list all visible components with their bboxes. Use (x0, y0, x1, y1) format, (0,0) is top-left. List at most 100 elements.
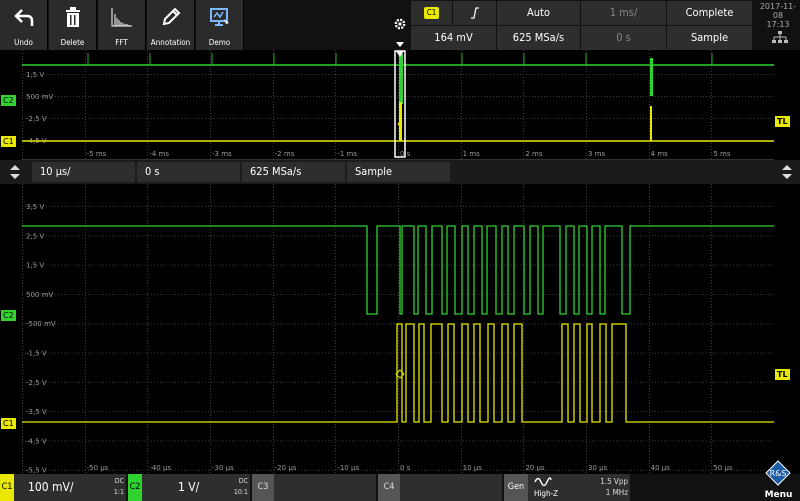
horizontal-position[interactable]: 0 s (581, 26, 666, 50)
overview-y-label: 1,5 V (26, 71, 44, 79)
datetime: 2017-11-08 17:13 (756, 2, 800, 29)
overview-c2-marker[interactable]: C2 (1, 95, 16, 106)
network-icon (772, 31, 788, 43)
generator-impedance: High-Z (534, 489, 559, 498)
dropdown-arrow-icon (396, 42, 404, 47)
acquisition-mode[interactable]: Sample (667, 26, 752, 50)
svg-text:R&S: R&S (770, 469, 787, 478)
fft-label: FFT (115, 38, 128, 47)
acquisition-status[interactable]: Complete (667, 1, 752, 25)
toolbar: Undo Delete FFT Annotation Demo C1 Auto … (0, 0, 800, 50)
trigger-level[interactable]: 164 mV (411, 26, 496, 50)
zoom-trigger-level-marker[interactable]: TL (775, 369, 790, 380)
overview-y-label: -2,5 V (26, 115, 47, 123)
sample-rate[interactable]: 625 MSa/s (497, 26, 580, 50)
channel-3-tab: C3 (252, 474, 274, 501)
timebase[interactable]: 1 ms/ (581, 1, 666, 25)
zoom-y-label: -3,5 V (26, 408, 47, 416)
annotation-label: Annotation (150, 38, 191, 47)
overview-c1-burst (650, 106, 652, 141)
undo-label: Undo (14, 38, 33, 47)
channel-3-panel[interactable]: C3 (252, 474, 376, 501)
settings-button[interactable] (390, 0, 410, 50)
zoom-x-label: -10 µs (337, 464, 359, 472)
trigger-source[interactable]: C1 (411, 1, 452, 25)
fft-button[interactable]: FFT (98, 0, 146, 50)
demo-button[interactable]: Demo (196, 0, 244, 50)
channel-bar: C1 100 mV/ DC 1:1 C2 1 V/ DC 10:1 C3 C4 Ge… (0, 474, 800, 501)
zoom-resize-right-icon[interactable] (778, 162, 796, 182)
channel-1-coupling: DC 1:1 (113, 477, 124, 496)
overview-trigger-level-marker[interactable]: TL (775, 116, 790, 127)
zoom-position[interactable]: 0 s (137, 162, 240, 182)
overview-x-label: -3 ms (212, 150, 232, 158)
delete-label: Delete (60, 38, 85, 47)
gear-icon (394, 18, 406, 30)
zoom-x-label: 30 µs (588, 464, 608, 472)
overview-x-label: 2 ms (525, 150, 542, 158)
fft-icon (111, 8, 132, 27)
zoom-sample-rate[interactable]: 625 MSa/s (242, 162, 345, 182)
zoom-x-label: -50 µs (87, 464, 109, 472)
zoom-y-label: 3,5 V (26, 203, 44, 211)
zoom-y-label: -1,5 V (26, 350, 47, 358)
channel-2-scale: 1 V/ (178, 480, 200, 494)
zoom-x-label: 20 µs (525, 464, 545, 472)
pencil-icon (162, 7, 180, 26)
channel-2-coupling: DC 10:1 (233, 477, 248, 496)
overview-graticule: 1,5 V500 mV-2,5 V-4,5 V-5 ms -4 ms -3 ms -2… (22, 50, 775, 160)
overview-x-label: -1 ms (337, 150, 357, 158)
rs-logo-icon: R&S (765, 460, 791, 486)
channel-2-panel[interactable]: C2 1 V/ DC 10:1 (128, 474, 250, 501)
overview-x-label: 1 ms (463, 150, 480, 158)
generator-panel[interactable]: Gen High-Z 1.5 Vpp 1 MHz (504, 474, 630, 501)
overview-x-label: 5 ms (713, 150, 730, 158)
menu-button[interactable]: R&S Menu (757, 460, 800, 501)
overview-x-label: 4 ms (651, 150, 668, 158)
generator-tab: Gen (504, 474, 528, 501)
overview-x-label: 3 ms (588, 150, 605, 158)
zoom-x-label: 0 s (400, 464, 411, 472)
zoom-y-label: -2,5 V (26, 379, 47, 387)
zoom-x-label: 10 µs (463, 464, 483, 472)
zoom-x-label: -20 µs (275, 464, 297, 472)
channel-1-scale: 100 mV/ (28, 480, 74, 494)
overview-c1-marker[interactable]: C1 (1, 136, 16, 147)
generator-settings: 1.5 Vpp 1 MHz (600, 477, 628, 497)
zoom-y-label: -4,5 V (26, 437, 47, 445)
sine-wave-icon (534, 477, 552, 487)
time: 17:13 (766, 20, 790, 29)
overview-x-label: -5 ms (87, 150, 107, 158)
zoom-c2-marker[interactable]: C2 (1, 310, 16, 321)
zoom-x-label: 50 µs (713, 464, 733, 472)
zoom-y-label: -500 mV (26, 320, 56, 328)
channel-4-panel[interactable]: C4 (378, 474, 502, 501)
zoom-x-label: -30 µs (212, 464, 234, 472)
zoom-x-label: -40 µs (149, 464, 171, 472)
annotation-button[interactable]: Annotation (147, 0, 195, 50)
delete-button[interactable]: Delete (49, 0, 97, 50)
overview-y-label: 500 mV (26, 93, 53, 101)
zoom-c1-marker[interactable]: C1 (1, 418, 16, 429)
zoom-x-label: 40 µs (651, 464, 671, 472)
zoom-y-label: -5,5 V (26, 467, 47, 474)
zoom-y-label: 1,5 V (26, 262, 44, 270)
undo-button[interactable]: Undo (0, 0, 48, 50)
trigger-slope[interactable] (453, 1, 496, 25)
trigger-mode[interactable]: Auto (497, 1, 580, 25)
channel-2-tab: C2 (128, 474, 142, 501)
zoom-y-label: 2,5 V (26, 232, 44, 240)
zoom-resize-left-icon[interactable] (6, 162, 24, 182)
channel-1-panel[interactable]: C1 100 mV/ DC 1:1 (0, 474, 126, 501)
overview-x-label: -4 ms (149, 150, 169, 158)
zoom-graticule: 3,5 V 2,5 V 1,5 V 500 mV -500 mV -1,5 V -2,5 V… (22, 184, 775, 475)
overview-waveform[interactable]: 1,5 V 500 mV -2,5 V -4,5 V -5 ms -4 ms -3 ms -2… (22, 50, 775, 160)
demo-label: Demo (208, 38, 231, 47)
zoom-acquisition[interactable]: Sample (347, 162, 450, 182)
zoom-c2-trace (22, 225, 774, 315)
zoom-waveform[interactable]: 3,5 V 2,5 V 1,5 V 500 mV -500 mV -1,5 V -2,5 V… (22, 184, 775, 475)
zoom-timebase[interactable]: 10 µs/ (32, 162, 135, 182)
zoom-y-label: 500 mV (26, 291, 53, 299)
trash-icon (65, 7, 80, 27)
overview-c2-burst (399, 54, 403, 104)
